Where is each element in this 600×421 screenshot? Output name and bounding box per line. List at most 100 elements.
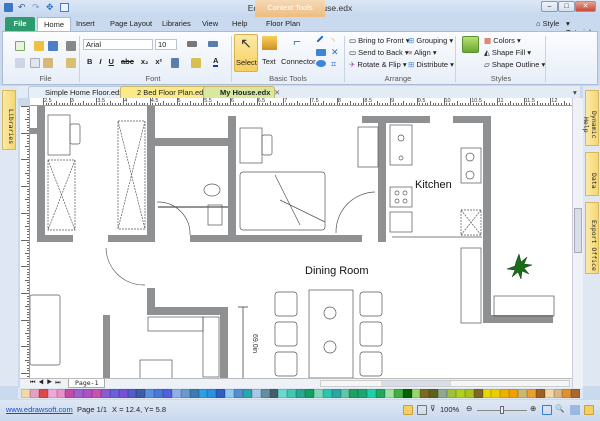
color-swatch[interactable] (83, 389, 92, 398)
strikethrough-button[interactable]: abc (121, 57, 134, 66)
color-swatch[interactable] (109, 389, 119, 398)
page-tab[interactable]: Page-1 (68, 379, 106, 388)
text-button[interactable]: Text (260, 34, 278, 72)
zoom-slider-thumb[interactable] (500, 406, 504, 414)
color-swatch[interactable] (305, 389, 314, 398)
color-swatch[interactable] (420, 389, 430, 398)
data-panel-tab[interactable]: Data (585, 152, 599, 196)
website-link[interactable]: www.edrawsoft.com (6, 405, 73, 414)
bullets-icon[interactable] (208, 41, 218, 47)
restore-button[interactable]: □ (558, 1, 575, 12)
send-to-back-button[interactable]: ▭ Send to Back ▾ (349, 48, 409, 57)
tab-floor-plan[interactable]: Floor Plan (260, 17, 306, 31)
color-swatch[interactable] (216, 389, 226, 398)
shape-fill-button[interactable]: ◭ Shape Fill ▾ (484, 48, 531, 57)
font-name-select[interactable]: Arial (83, 39, 153, 50)
color-swatch[interactable] (29, 389, 39, 398)
highlight-icon[interactable] (191, 58, 201, 68)
save-file-icon[interactable] (48, 41, 58, 51)
color-swatch[interactable] (225, 389, 234, 398)
color-swatch[interactable] (455, 389, 465, 398)
arc-tool-icon[interactable]: ◝ (331, 36, 341, 46)
color-swatch[interactable] (127, 389, 137, 398)
line-tool-icon[interactable] (316, 35, 324, 43)
color-swatch[interactable] (65, 389, 75, 398)
page-view-icon[interactable] (417, 405, 427, 415)
color-swatch[interactable] (482, 389, 492, 398)
print-icon[interactable] (66, 41, 76, 51)
align-button[interactable]: ≡ Align ▾ (408, 48, 437, 57)
zoom-window-icon[interactable]: 🔍 (555, 404, 564, 413)
color-swatch[interactable] (322, 389, 332, 398)
color-swatch[interactable] (56, 389, 66, 398)
color-swatch[interactable] (145, 389, 155, 398)
zoom-out-button[interactable]: ⊖ (466, 404, 472, 413)
color-swatch[interactable] (163, 389, 172, 398)
scroll-thumb[interactable] (381, 381, 451, 386)
color-swatch[interactable] (509, 389, 518, 398)
color-swatch[interactable] (278, 389, 288, 398)
align-icon[interactable] (187, 41, 197, 47)
color-swatch[interactable] (180, 389, 190, 398)
color-swatch[interactable] (234, 389, 243, 398)
color-swatch[interactable] (340, 389, 350, 398)
font-color-icon[interactable]: A (213, 56, 219, 67)
quick-styles-icon[interactable] (462, 36, 479, 53)
tab-file[interactable]: File (5, 17, 35, 31)
color-swatch[interactable] (171, 389, 181, 398)
connector-button[interactable]: ⌐ Connector (281, 34, 316, 72)
color-swatch[interactable] (349, 389, 359, 398)
color-swatch[interactable] (500, 389, 510, 398)
color-swatch[interactable] (429, 389, 439, 398)
color-swatch[interactable] (331, 389, 341, 398)
close-tab-icon[interactable]: ✕ (274, 88, 280, 97)
superscript-button[interactable]: x² (155, 57, 162, 66)
color-swatch[interactable] (74, 389, 84, 398)
minimize-button[interactable]: – (541, 1, 558, 12)
fullscreen-icon[interactable]: ⊽ (430, 404, 436, 413)
color-swatch[interactable] (464, 389, 474, 398)
color-swatch[interactable] (376, 389, 385, 398)
color-swatch[interactable] (154, 389, 163, 398)
rectangle-tool-icon[interactable] (316, 49, 326, 56)
paste-icon[interactable] (43, 58, 53, 68)
color-swatch[interactable] (242, 389, 252, 398)
select-button[interactable]: ↖ Select (234, 34, 258, 72)
color-swatch[interactable] (198, 389, 208, 398)
tab-home[interactable]: Home (37, 17, 72, 31)
tab-insert[interactable]: Insert (70, 17, 101, 31)
color-swatch[interactable] (313, 389, 323, 398)
color-swatch[interactable] (21, 389, 30, 398)
export-office-panel-tab[interactable]: Export Office (585, 202, 599, 274)
open-icon[interactable] (34, 41, 44, 51)
colors-button[interactable]: ▦ Colors ▾ (484, 36, 521, 45)
fit-page-icon[interactable] (542, 405, 552, 415)
line-spacing-icon[interactable] (171, 58, 179, 68)
color-swatch[interactable] (402, 389, 412, 398)
color-swatch[interactable] (207, 389, 217, 398)
color-swatch[interactable] (251, 389, 261, 398)
grouping-button[interactable]: ⊞ Grouping ▾ (408, 36, 453, 45)
color-swatch[interactable] (100, 389, 110, 398)
fit-width-icon[interactable] (570, 405, 580, 415)
close-button[interactable]: ✕ (575, 1, 596, 12)
color-swatch[interactable] (47, 389, 57, 398)
underline-button[interactable]: U (109, 57, 114, 66)
color-swatch[interactable] (367, 389, 376, 398)
color-swatch[interactable] (571, 389, 581, 398)
tutorial-link[interactable]: ▾ Tutorial (560, 17, 600, 37)
italic-button[interactable]: I (99, 57, 101, 66)
color-swatch[interactable] (518, 389, 527, 398)
zoom-slider[interactable] (477, 406, 527, 414)
horizontal-scrollbar[interactable] (320, 380, 570, 387)
color-swatch[interactable] (526, 389, 536, 398)
tab-page-layout[interactable]: Page Layout (104, 17, 158, 31)
tab-libraries[interactable]: Libraries (156, 17, 197, 31)
color-swatch[interactable] (92, 389, 101, 398)
crosshair-tool-icon[interactable]: ✕ (331, 47, 341, 57)
tab-view[interactable]: View (196, 17, 224, 31)
color-swatch[interactable] (269, 389, 279, 398)
distribute-button[interactable]: ⊞ Distribute ▾ (408, 60, 454, 69)
fit-drawing-icon[interactable] (584, 405, 594, 415)
rotate-flip-button[interactable]: ✈ Rotate & Flip ▾ (349, 60, 407, 69)
